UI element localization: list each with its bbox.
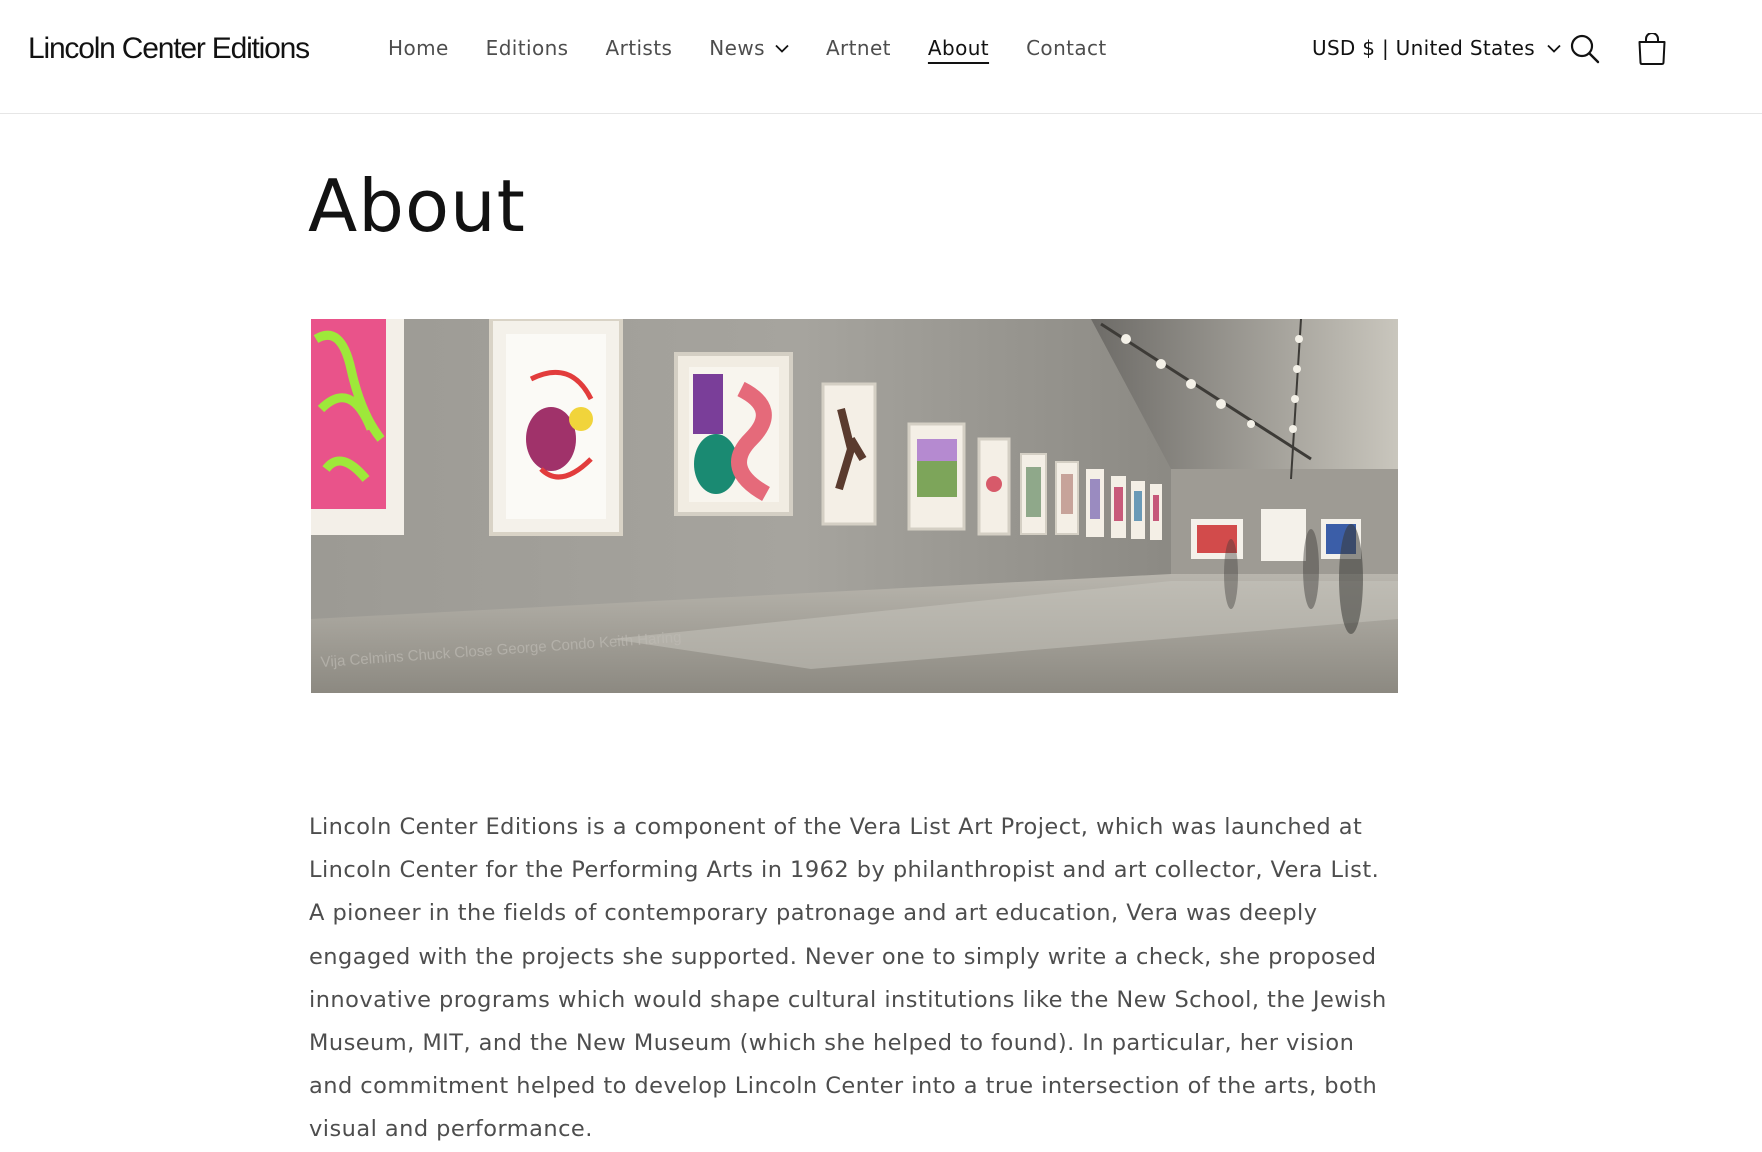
nav-home[interactable]: Home bbox=[388, 36, 449, 60]
nav-artists[interactable]: Artists bbox=[606, 36, 673, 60]
search-icon bbox=[1570, 34, 1600, 64]
gallery-photo: Vija Celmins Chuck Close George Condo Ke… bbox=[311, 319, 1398, 693]
nav-artnet[interactable]: Artnet bbox=[826, 36, 891, 60]
cart-icon bbox=[1638, 33, 1666, 65]
chevron-down-icon bbox=[1547, 44, 1561, 53]
nav-editions[interactable]: Editions bbox=[486, 36, 569, 60]
nav-news[interactable]: News bbox=[709, 36, 789, 60]
search-button[interactable] bbox=[1568, 32, 1602, 66]
country-selector[interactable]: USD $ | United States bbox=[1312, 36, 1561, 60]
gallery-hero-image: Vija Celmins Chuck Close George Condo Ke… bbox=[311, 319, 1398, 693]
nav-about[interactable]: About bbox=[928, 36, 989, 60]
site-header: Lincoln Center Editions Home Editions Ar… bbox=[0, 0, 1762, 114]
country-selector-label: USD $ | United States bbox=[1312, 36, 1535, 60]
main-nav: Home Editions Artists News Artnet About … bbox=[388, 36, 1144, 60]
site-logo[interactable]: Lincoln Center Editions bbox=[28, 32, 310, 66]
about-paragraph: Lincoln Center Editions is a component o… bbox=[309, 814, 1387, 1143]
page-title: About bbox=[308, 164, 526, 248]
nav-contact[interactable]: Contact bbox=[1026, 36, 1107, 60]
cart-button[interactable] bbox=[1635, 32, 1669, 66]
nav-news-label: News bbox=[709, 36, 765, 60]
chevron-down-icon bbox=[775, 44, 789, 53]
